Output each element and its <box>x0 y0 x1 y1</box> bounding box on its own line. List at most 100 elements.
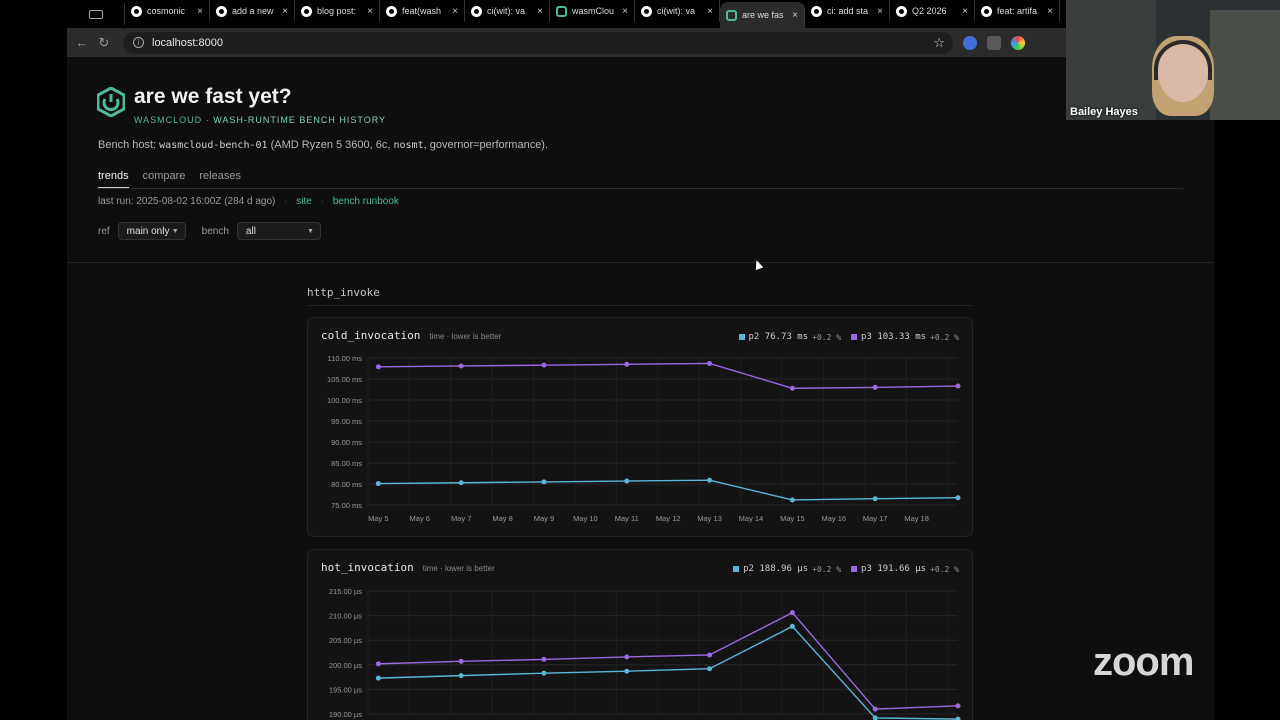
reload-icon[interactable]: ↻ <box>93 35 115 51</box>
github-icon <box>811 5 822 17</box>
browser-tab[interactable]: feat(wash × <box>380 0 465 22</box>
x-tick-label: May 17 <box>863 514 888 523</box>
series-line-p2 <box>378 479 959 501</box>
tab-title: ci: add sta <box>827 6 869 16</box>
x-tick-label: May 14 <box>739 514 764 523</box>
bench-label: bench <box>201 225 229 237</box>
close-icon[interactable]: × <box>707 6 713 17</box>
close-icon[interactable]: × <box>1047 6 1053 17</box>
tab-title: Q2 2026 <box>912 6 947 16</box>
browser-tab[interactable]: add a new × <box>210 0 295 22</box>
chevron-down-icon: ▼ <box>171 227 179 235</box>
data-point-p2 <box>624 668 630 674</box>
github-icon <box>301 5 312 17</box>
tab-title: feat: artifa <box>997 6 1038 16</box>
browser-tab[interactable]: ci(wit): va × <box>635 0 720 22</box>
tab-compare[interactable]: compare <box>143 170 186 189</box>
x-tick-label: May 13 <box>697 514 722 523</box>
hot-invocation-chart[interactable]: 215.00 µs 210.00 µs 205.00 µs 200.00 µs 195.… <box>308 550 974 720</box>
github-icon <box>386 5 397 17</box>
data-point-p3 <box>789 385 795 391</box>
cold-invocation-chart[interactable]: 110.00 ms 105.00 ms 100.00 ms 95.00 ms 90.00… <box>308 318 974 538</box>
bench-runbook-link[interactable]: bench runbook <box>333 196 399 207</box>
y-tick-label: 85.00 ms <box>331 459 362 468</box>
data-point-p3 <box>375 364 381 370</box>
data-point-p2 <box>707 477 713 483</box>
bench-host-label: Bench host: <box>98 139 157 151</box>
tab-search-button[interactable] <box>67 3 125 25</box>
data-point-p2 <box>624 478 630 484</box>
site-info-icon[interactable]: i <box>133 37 144 48</box>
browser-tab[interactable]: cosmonic × <box>125 0 210 22</box>
bench-select[interactable]: all ▼ <box>236 222 321 240</box>
data-point-p3 <box>541 656 547 662</box>
github-icon <box>981 5 992 17</box>
browser-tab[interactable]: blog post: × <box>295 0 380 22</box>
tab-title: ci(wit): va <box>487 6 525 16</box>
data-point-p2 <box>789 497 795 503</box>
data-point-p2 <box>458 673 464 679</box>
data-point-p2 <box>872 496 878 502</box>
ref-select-value: main only <box>126 225 170 237</box>
github-icon <box>131 5 142 17</box>
close-icon[interactable]: × <box>622 6 628 17</box>
browser-tab[interactable]: feat: artifa × <box>975 0 1060 22</box>
tab-overview-icon <box>88 9 103 19</box>
browser-tab[interactable]: ci(wit): va × <box>465 0 550 22</box>
bench-select-value: all <box>245 225 256 237</box>
browser-tab[interactable]: Q2 2026 × <box>890 0 975 22</box>
tab-title: ci(wit): va <box>657 6 695 16</box>
page-content: are we fast yet? WASMCLOUD · WASH-RUNTIM… <box>67 57 1214 720</box>
close-icon[interactable]: × <box>877 6 883 17</box>
bookmark-star-icon[interactable]: ☆ <box>933 35 945 51</box>
ref-select[interactable]: main only ▼ <box>117 222 186 240</box>
data-point-p3 <box>955 703 961 709</box>
extension-1password-icon[interactable] <box>963 35 977 50</box>
extension-icon[interactable] <box>987 35 1001 50</box>
extension-color-icon[interactable] <box>1011 35 1025 50</box>
tagline: WASH-RUNTIME BENCH HISTORY <box>213 115 387 125</box>
bench-host-smt: nosmt <box>393 140 424 151</box>
view-tabs: trends compare releases <box>98 170 241 189</box>
browser-tab[interactable]: ci: add sta × <box>805 0 890 22</box>
zoom-video-tile[interactable]: Bailey Hayes <box>1066 0 1280 120</box>
x-tick-label: May 8 <box>492 514 512 523</box>
x-tick-label: May 15 <box>780 514 805 523</box>
address-bar[interactable]: i localhost:8000 ☆ <box>123 31 953 54</box>
close-icon[interactable]: × <box>452 6 458 17</box>
y-tick-label: 190.00 µs <box>329 710 362 719</box>
data-point-p2 <box>375 675 381 681</box>
back-icon[interactable]: ← <box>71 35 93 50</box>
data-point-p3 <box>458 658 464 664</box>
tab-title: are we fas <box>742 10 784 20</box>
data-point-p3 <box>541 362 547 368</box>
x-tick-label: May 5 <box>368 514 388 523</box>
tab-trends[interactable]: trends <box>98 170 129 189</box>
github-icon <box>896 5 907 17</box>
data-point-p2 <box>541 479 547 485</box>
close-icon[interactable]: × <box>367 6 373 17</box>
series-line-p3 <box>378 611 959 710</box>
close-icon[interactable]: × <box>282 6 288 17</box>
browser-tab[interactable]: are we fas × <box>720 2 805 28</box>
data-point-p3 <box>375 661 381 667</box>
data-point-p3 <box>624 654 630 660</box>
close-icon[interactable]: × <box>962 6 968 17</box>
tab-title: cosmonic <box>147 6 186 16</box>
close-icon[interactable]: × <box>792 10 798 21</box>
x-tick-label: May 6 <box>410 514 430 523</box>
github-icon <box>471 5 482 17</box>
chart-card-hot-invocation: hot_invocation time · lower is better p2… <box>307 549 973 720</box>
y-tick-label: 100.00 ms <box>327 396 362 405</box>
page-divider <box>67 262 1214 263</box>
close-icon[interactable]: × <box>197 6 203 17</box>
browser-tab[interactable]: wasmClou × <box>550 0 635 22</box>
site-link[interactable]: site <box>296 196 312 207</box>
y-tick-label: 110.00 ms <box>328 354 363 363</box>
close-icon[interactable]: × <box>537 6 543 17</box>
tab-releases[interactable]: releases <box>199 170 241 189</box>
github-icon <box>216 5 227 17</box>
data-point-p3 <box>624 361 630 367</box>
wasmcloud-icon <box>726 9 737 21</box>
tab-title: add a new <box>232 6 274 16</box>
